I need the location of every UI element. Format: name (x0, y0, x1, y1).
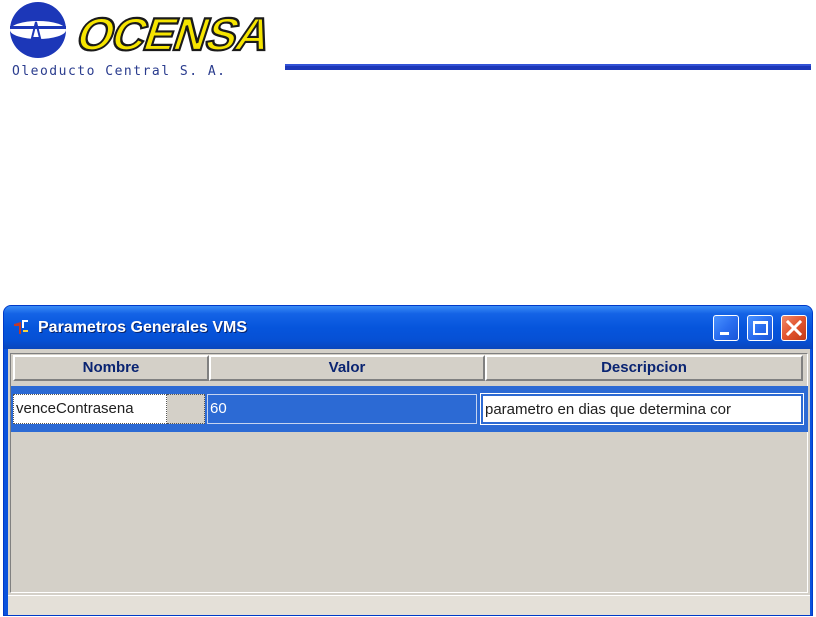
maximize-icon (753, 321, 768, 335)
window-title: Parametros Generales VMS (38, 319, 247, 336)
logo-graphic: OCENSA (10, 2, 279, 62)
cell-nombre[interactable]: venceContrasena (13, 394, 167, 424)
parameters-table: Nombre Valor Descripcion venceContrasena… (10, 353, 808, 593)
logo-wordmark: OCENSA (70, 9, 278, 61)
column-header-nombre[interactable]: Nombre (13, 355, 209, 381)
cell-valor[interactable]: 60 (207, 394, 477, 424)
title-bar[interactable]: Parametros Generales VMS (4, 306, 812, 349)
ocensa-logo: OCENSA Oleoducto Central S. A. (8, 0, 288, 82)
logo-tagline: Oleoducto Central S. A. (12, 64, 227, 79)
java-cup-icon (14, 320, 28, 334)
minimize-icon (720, 332, 729, 335)
minimize-button[interactable] (713, 315, 739, 341)
page: OCENSA Oleoducto Central S. A. Parametro… (0, 0, 816, 617)
header-divider (285, 64, 811, 70)
window-client-area: Nombre Valor Descripcion venceContrasena… (8, 349, 810, 615)
maximize-button[interactable] (747, 315, 773, 341)
table-row[interactable]: venceContrasena 60 parametro en dias que… (11, 386, 808, 432)
column-header-descripcion[interactable]: Descripcion (485, 355, 803, 381)
cell-nombre-padding (167, 394, 205, 424)
status-bar (8, 595, 810, 615)
column-header-valor[interactable]: Valor (209, 355, 485, 381)
close-icon (785, 319, 803, 337)
cell-descripcion[interactable]: parametro en dias que determina cor (480, 393, 804, 425)
parametros-window: Parametros Generales VMS Nombre Valor De… (3, 305, 813, 616)
close-button[interactable] (781, 315, 807, 341)
